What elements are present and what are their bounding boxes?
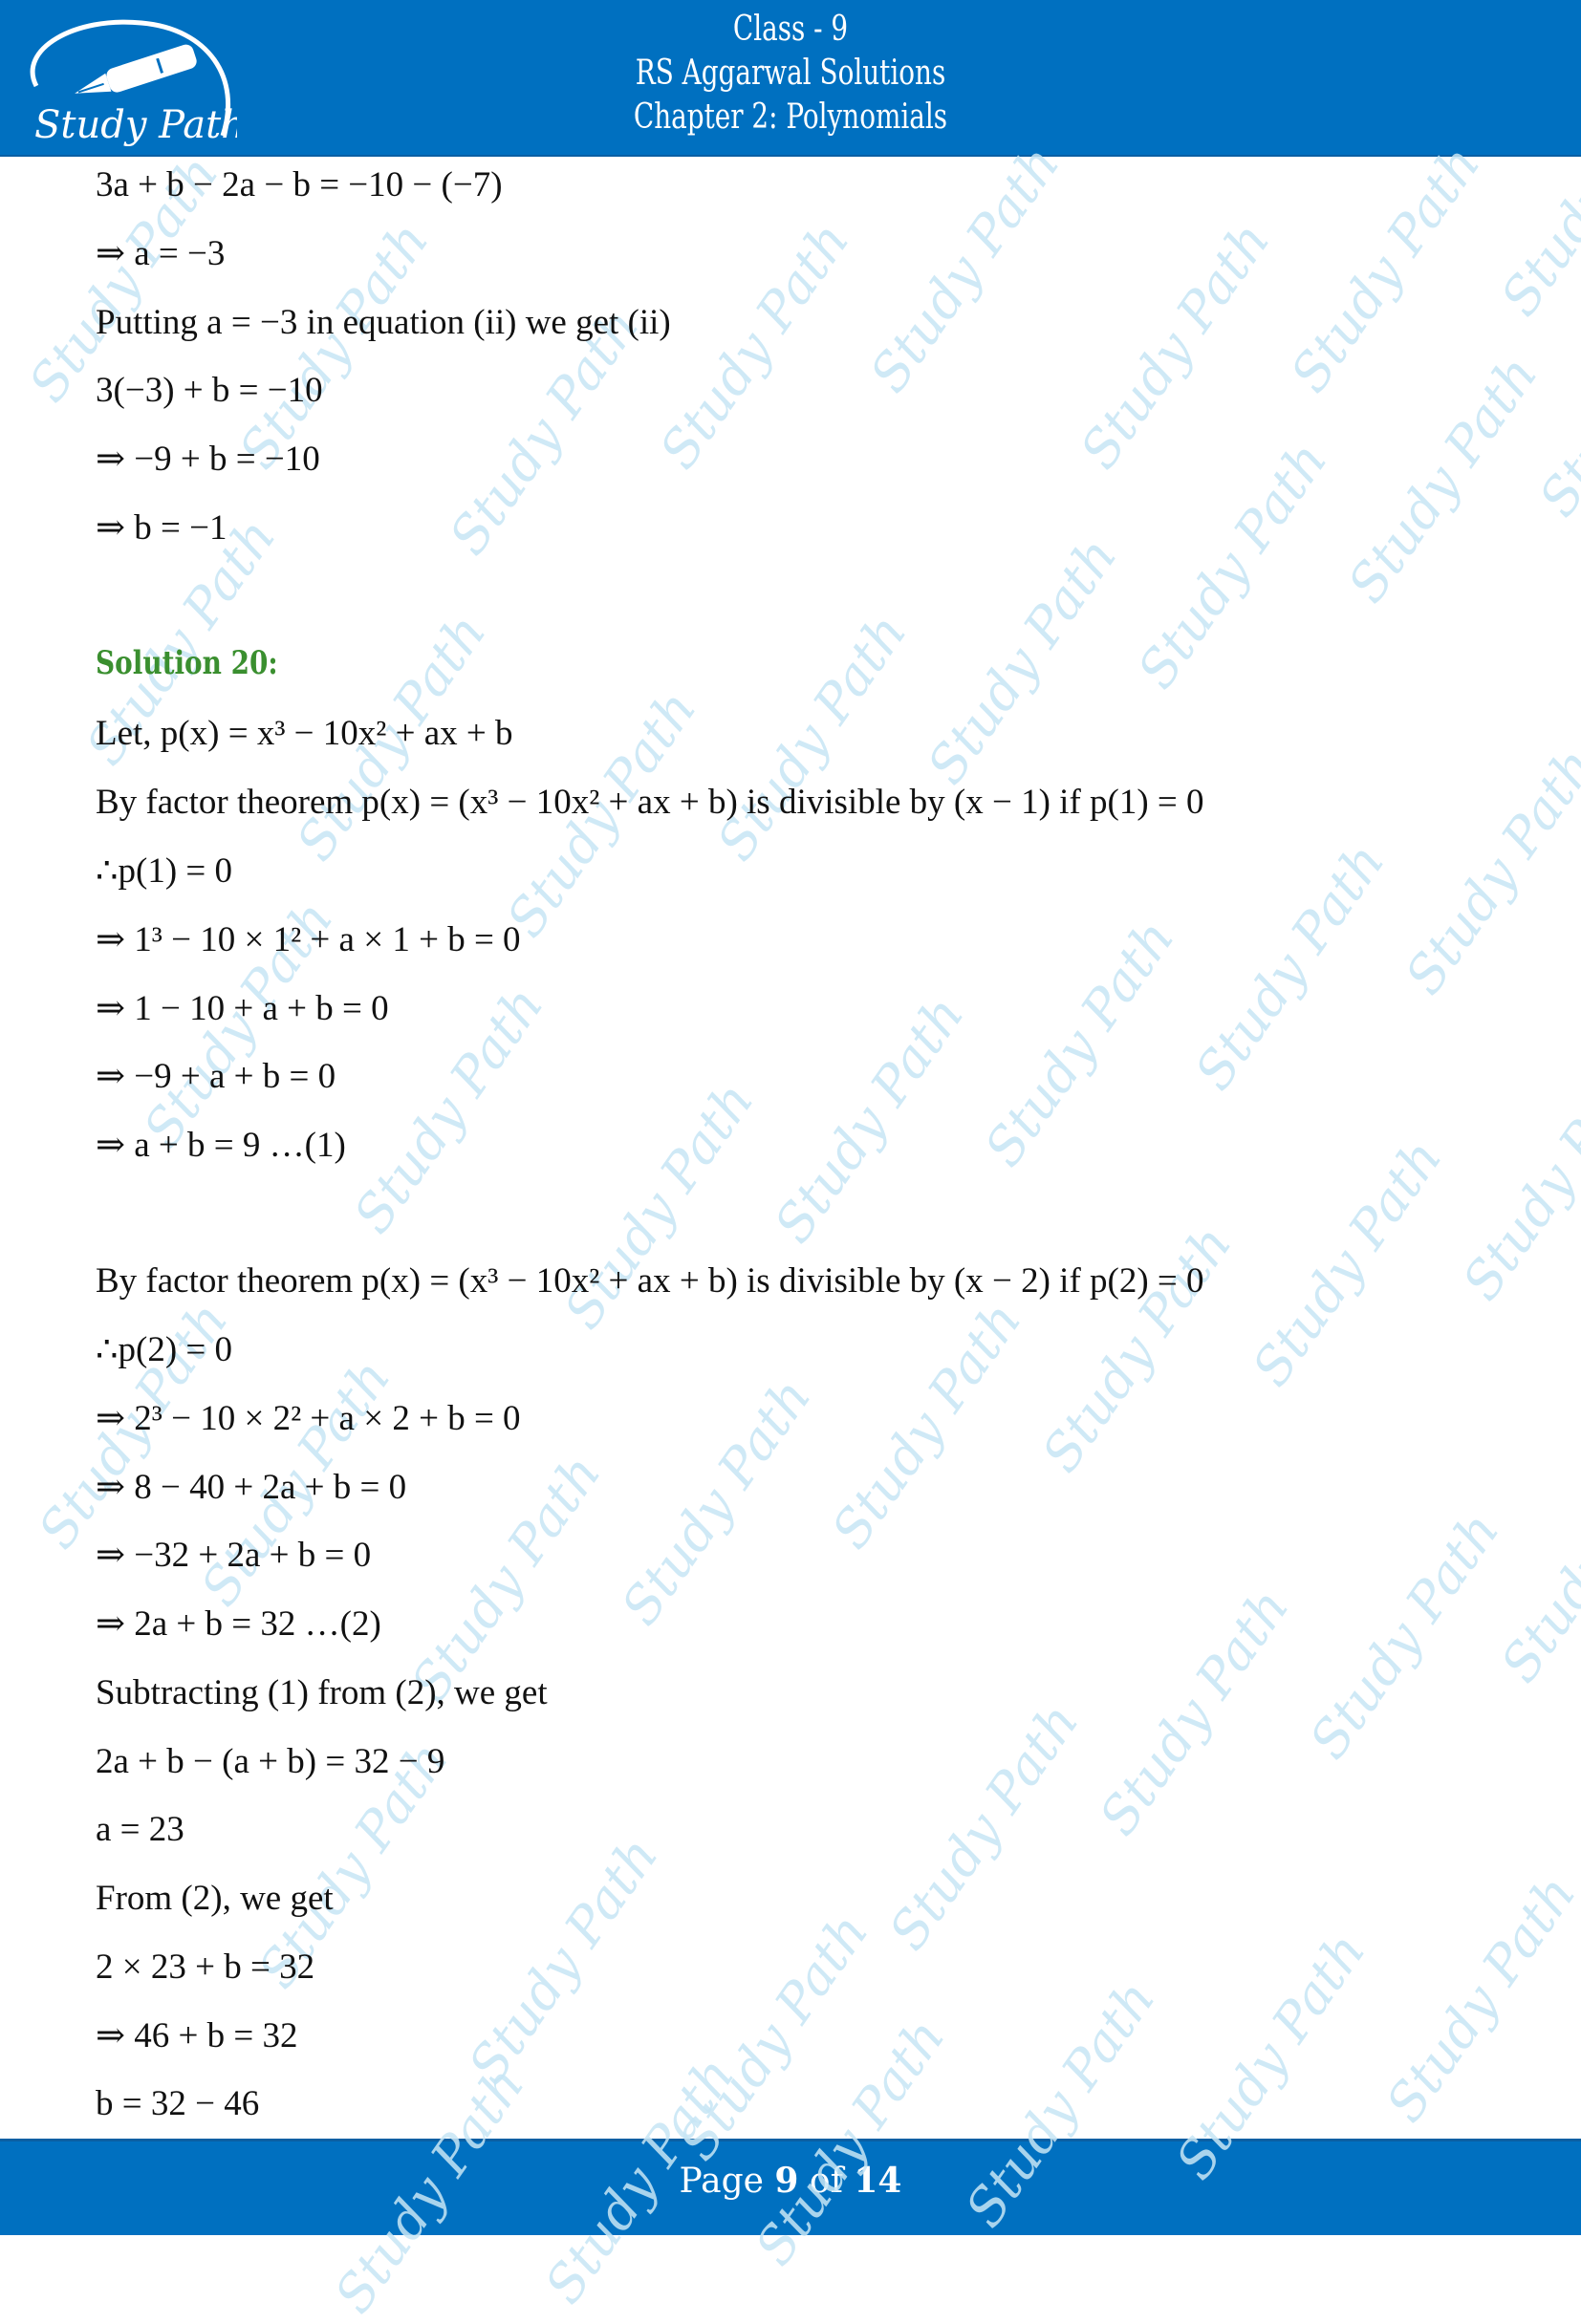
page-footer: Page 9 of 14 — [0, 2139, 1581, 2235]
equation-line: a = 23 — [96, 1810, 184, 1849]
watermark-text: Study Path — [647, 211, 861, 480]
equation-line: Subtracting (1) from (2), we get — [96, 1673, 548, 1712]
equation-line: 2 × 23 + b = 32 — [96, 1947, 315, 1987]
watermark-text: Study Path — [1297, 1501, 1511, 1770]
class-label: Class - 9 — [732, 10, 849, 49]
equation-line: ⇒ 1 − 10 + a + b = 0 — [96, 989, 389, 1028]
equation-line: ⇒ −9 + b = −10 — [96, 440, 320, 479]
book-title: RS Aggarwal Solutions — [635, 54, 946, 93]
equation-line: 2a + b − (a + b) = 32 − 9 — [96, 1742, 445, 1781]
watermark-text: Study Path — [666, 1903, 880, 2171]
equation-line: 3a + b − 2a − b = −10 − (−7) — [96, 165, 503, 204]
equation-line: By factor theorem p(x) = (x³ − 10x² + ax… — [96, 783, 1204, 822]
solution-title: Solution 20: — [96, 644, 278, 682]
equation-line: From (2), we get — [96, 1879, 334, 1918]
watermark-text: Study Path — [972, 909, 1186, 1177]
equation-line: By factor theorem p(x) = (x³ − 10x² + ax… — [96, 1261, 1204, 1301]
watermark-text: Study Path — [1374, 1864, 1581, 2133]
equation-line: ⇒ −9 + a + b = 0 — [96, 1057, 336, 1096]
watermark-text: Study Path — [762, 985, 976, 1254]
chapter-title: Chapter 2: Polynomials — [633, 97, 948, 137]
equation-line: ⇒ a = −3 — [96, 234, 226, 273]
watermark-text: Study Path — [609, 1367, 823, 1636]
watermark-text: Study Path — [915, 527, 1129, 795]
watermark-text: Study Path — [1527, 259, 1581, 527]
watermark-text: Study Path — [1087, 1578, 1301, 1846]
equation-line: 3(−3) + b = −10 — [96, 371, 323, 410]
equation-line: ⇒ a + b = 9 …(1) — [96, 1126, 346, 1165]
equation-line: ⇒ 1³ − 10 × 1² + a × 1 + b = 0 — [96, 920, 521, 959]
watermark-text: Study Path — [1450, 1043, 1581, 1311]
watermark-text: Study Path — [1068, 211, 1282, 480]
equation-line: ∴p(2) = 0 — [96, 1330, 233, 1369]
watermark-text: Study Path — [819, 1291, 1033, 1560]
equation-line: ⇒ 46 + b = 32 — [96, 2016, 298, 2055]
current-page: 9 — [774, 2161, 799, 2201]
equation-line: ∴p(1) = 0 — [96, 851, 233, 891]
watermark-text: Study Path — [1240, 1129, 1454, 1397]
page-header: Study Path Class - 9 RS Aggarwal Solutio… — [0, 0, 1581, 157]
equation-line: ⇒ 2³ − 10 × 2² + a × 2 + b = 0 — [96, 1399, 521, 1438]
watermark-text: Study Path — [1335, 345, 1549, 613]
total-pages: 14 — [854, 2161, 902, 2201]
watermark-text: Study Path — [1393, 737, 1581, 1005]
watermark-text: Study Path — [877, 1692, 1091, 1961]
equation-line: ⇒ 8 − 40 + 2a + b = 0 — [96, 1468, 407, 1507]
watermark-text: Study Path — [456, 1826, 670, 2095]
watermark-text: Study Path — [1278, 135, 1492, 403]
equation-line: ⇒ 2a + b = 32 …(2) — [96, 1604, 381, 1644]
watermark-text: Study Path — [1029, 1215, 1244, 1483]
of-label: of — [809, 2162, 843, 2201]
equation-line: ⇒ b = −1 — [96, 508, 227, 548]
page-indicator: Page 9 of 14 — [0, 2161, 1581, 2201]
header-titles: Class - 9 RS Aggarwal Solutions Chapter … — [0, 8, 1581, 140]
equation-line: Let, p(x) = x³ − 10x² + ax + b — [96, 714, 513, 753]
page-prefix: Page — [679, 2162, 764, 2201]
equation-line: ⇒ −32 + 2a + b = 0 — [96, 1536, 372, 1575]
watermark-text: Study Path — [857, 135, 1072, 403]
watermark-text: Study Path — [1182, 832, 1397, 1101]
watermark-text: Study Path — [1488, 1425, 1581, 1693]
equation-line: Putting a = −3 in equation (ii) we get (… — [96, 303, 671, 342]
equation-line: b = 32 − 46 — [96, 2084, 260, 2123]
watermark-text: Study Path — [704, 603, 919, 872]
watermark-text: Study Path — [1125, 431, 1339, 699]
